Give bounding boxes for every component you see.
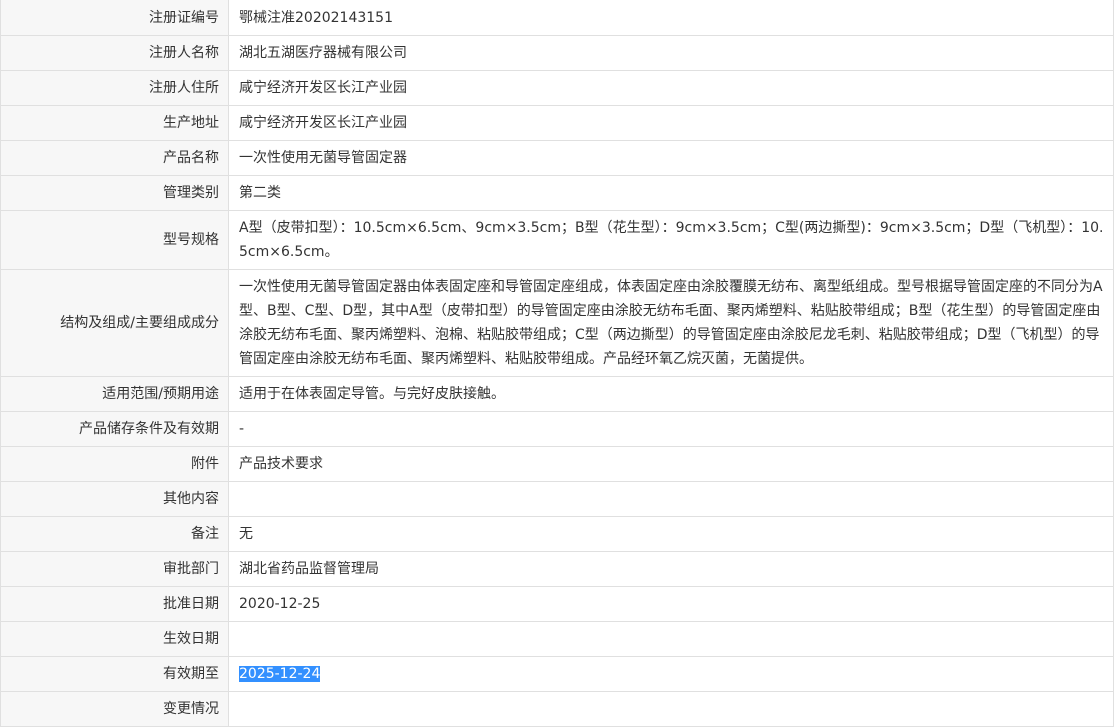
row-label: 产品储存条件及有效期 — [0, 411, 229, 447]
table-row: 注册人名称 湖北五湖医疗器械有限公司 — [0, 35, 1114, 71]
row-label: 其他内容 — [0, 481, 229, 517]
attachment-value: 产品技术要求 — [228, 446, 1114, 482]
table-row: 产品储存条件及有效期 - — [0, 411, 1114, 447]
table-row: 生效日期 — [0, 621, 1114, 657]
row-label: 注册证编号 — [0, 0, 229, 36]
table-row: 产品名称 一次性使用无菌导管固定器 — [0, 140, 1114, 176]
production-address-value: 咸宁经济开发区长江产业园 — [228, 105, 1114, 141]
table-row: 备注 无 — [0, 516, 1114, 552]
row-label: 附件 — [0, 446, 229, 482]
table-row: 有效期至 2025-12-24 — [0, 656, 1114, 692]
other-content-value — [228, 481, 1114, 517]
row-label: 备注 — [0, 516, 229, 552]
effective-date-value — [228, 621, 1114, 657]
registrant-address-value: 咸宁经济开发区长江产业园 — [228, 70, 1114, 106]
row-label: 结构及组成/主要组成成分 — [0, 269, 229, 377]
row-label: 有效期至 — [0, 656, 229, 692]
table-row: 结构及组成/主要组成成分 一次性使用无菌导管固定器由体表固定座和导管固定座组成，… — [0, 269, 1114, 377]
table-row: 适用范围/预期用途 适用于在体表固定导管。与完好皮肤接触。 — [0, 376, 1114, 412]
change-status-value — [228, 691, 1114, 727]
product-name-value: 一次性使用无菌导管固定器 — [228, 140, 1114, 176]
row-label: 注册人名称 — [0, 35, 229, 71]
table-row: 附件 产品技术要求 — [0, 446, 1114, 482]
expiry-date-value[interactable]: 2025-12-24 — [239, 666, 321, 682]
table-row: 其他内容 — [0, 481, 1114, 517]
table-row: 注册人住所 咸宁经济开发区长江产业园 — [0, 70, 1114, 106]
approval-department-value: 湖北省药品监督管理局 — [228, 551, 1114, 587]
table-row: 变更情况 — [0, 691, 1114, 727]
table-row: 管理类别 第二类 — [0, 175, 1114, 211]
row-label: 产品名称 — [0, 140, 229, 176]
table-row: 审批部门 湖北省药品监督管理局 — [0, 551, 1114, 587]
intended-use-value: 适用于在体表固定导管。与完好皮肤接触。 — [228, 376, 1114, 412]
row-label: 管理类别 — [0, 175, 229, 211]
table-row: 批准日期 2020-12-25 — [0, 586, 1114, 622]
storage-condition-value: - — [228, 411, 1114, 447]
management-category-value: 第二类 — [228, 175, 1114, 211]
table-row: 注册证编号 鄂械注准20202143151 — [0, 0, 1114, 36]
row-label: 审批部门 — [0, 551, 229, 587]
registration-number-value: 鄂械注准20202143151 — [228, 0, 1114, 36]
structure-composition-value: 一次性使用无菌导管固定器由体表固定座和导管固定座组成，体表固定座由涂胶覆膜无纺布… — [228, 269, 1114, 377]
table-row: 生产地址 咸宁经济开发区长江产业园 — [0, 105, 1114, 141]
expiry-date-cell: 2025-12-24 — [228, 656, 1114, 692]
registration-detail-table: 注册证编号 鄂械注准20202143151 注册人名称 湖北五湖医疗器械有限公司… — [0, 0, 1114, 727]
row-label: 生产地址 — [0, 105, 229, 141]
row-label: 变更情况 — [0, 691, 229, 727]
approval-date-value: 2020-12-25 — [228, 586, 1114, 622]
row-label: 生效日期 — [0, 621, 229, 657]
registrant-name-value: 湖北五湖医疗器械有限公司 — [228, 35, 1114, 71]
row-label: 注册人住所 — [0, 70, 229, 106]
model-spec-value: A型（皮带扣型）：10.5cm×6.5cm、9cm×3.5cm；B型（花生型）：… — [228, 210, 1114, 270]
row-label: 型号规格 — [0, 210, 229, 270]
row-label: 适用范围/预期用途 — [0, 376, 229, 412]
table-row: 型号规格 A型（皮带扣型）：10.5cm×6.5cm、9cm×3.5cm；B型（… — [0, 210, 1114, 270]
remarks-value: 无 — [228, 516, 1114, 552]
row-label: 批准日期 — [0, 586, 229, 622]
